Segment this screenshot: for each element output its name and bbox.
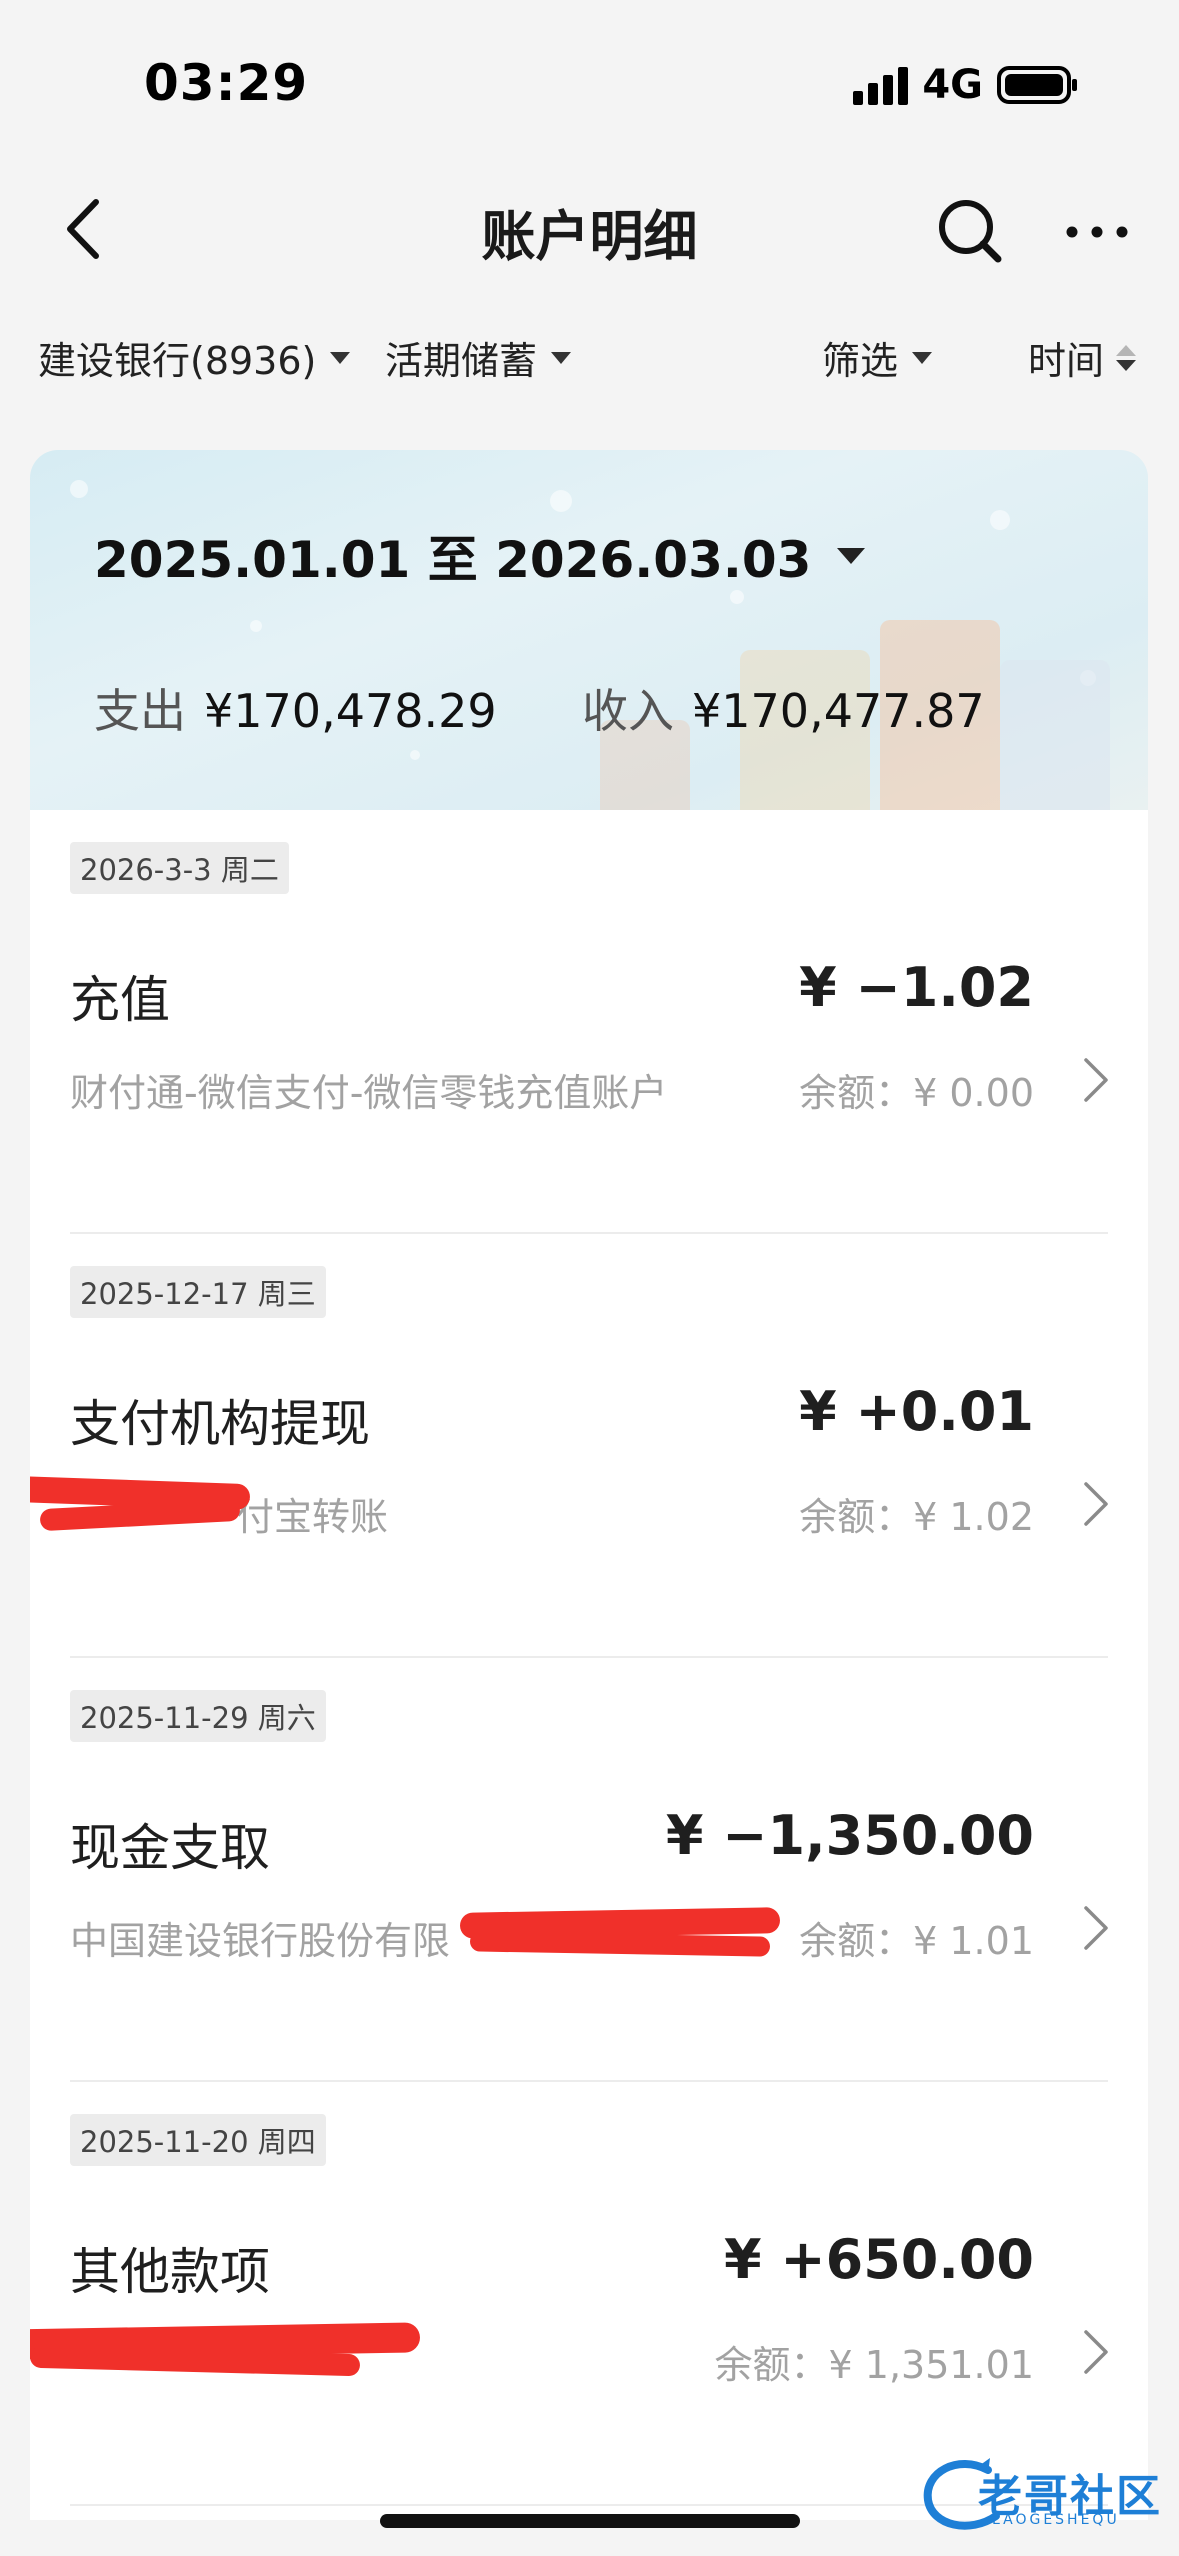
battery-icon: [997, 66, 1077, 104]
account-type-label: 活期储蓄: [385, 339, 538, 383]
transaction-description: 付宝转账: [236, 1495, 389, 1539]
income-label: 收入: [582, 684, 674, 738]
filter-row: 建设银行(8936) 活期储蓄 筛选 时间: [0, 320, 1179, 390]
chevron-down-icon: [912, 351, 933, 364]
filter-label: 筛选: [822, 339, 899, 383]
date-chip: 2025-12-17 周三: [70, 1266, 326, 1318]
income-value: ¥170,477.87: [692, 684, 985, 738]
chevron-right-icon: [1084, 1906, 1108, 1950]
transaction-description: 财付通-微信支付-微信零钱充值账户: [70, 1071, 668, 1115]
transaction-item[interactable]: 2026-3-3 周二 充值 ¥ −1.02 财付通-微信支付-微信零钱充值账户…: [30, 810, 1148, 1234]
sort-label: 时间: [1028, 339, 1105, 383]
status-bar: 03:29 4G: [0, 0, 1179, 170]
chevron-down-icon: [551, 351, 572, 364]
redaction-mark: [469, 1931, 771, 1957]
more-icon[interactable]: [1062, 196, 1132, 266]
transaction-amount: ¥ +650.00: [724, 2228, 1034, 2291]
transaction-balance: 余额：¥ 1.02: [799, 1495, 1034, 1539]
transaction-title: 充值: [70, 971, 170, 1029]
signal-icon: [853, 65, 909, 105]
transaction-item[interactable]: 2025-12-17 周三 支付机构提现 ¥ +0.01 付宝转账 余额：¥ 1…: [30, 1234, 1148, 1658]
status-indicators: 4G: [853, 62, 1079, 108]
sort-time-button[interactable]: 时间: [1028, 330, 1137, 385]
watermark-logo: 老哥社区 LAOGESHEQU: [918, 2450, 1168, 2536]
transaction-amount: ¥ −1,350.00: [665, 1804, 1034, 1867]
transaction-balance: 余额：¥ 1.01: [799, 1919, 1034, 1963]
date-range-text: 2025.01.01 至 2026.03.03: [94, 531, 812, 589]
chevron-right-icon: [1084, 2330, 1108, 2374]
chevron-right-icon: [1084, 1058, 1108, 1102]
status-time: 03:29: [144, 54, 309, 112]
transaction-title: 现金支取: [70, 1819, 270, 1877]
nav-bar: 账户明细: [0, 170, 1179, 290]
transaction-item[interactable]: 2025-11-20 周四 其他款项 ¥ +650.00 余额：¥ 1,351.…: [30, 2082, 1148, 2506]
sort-icon: [1116, 344, 1137, 371]
network-type: 4G: [922, 62, 983, 108]
account-selector[interactable]: 建设银行(8936): [38, 330, 351, 385]
transaction-amount: ¥ −1.02: [799, 956, 1034, 1019]
chevron-right-icon: [1084, 1482, 1108, 1526]
chevron-down-icon: [330, 351, 351, 364]
date-range-selector[interactable]: 2025.01.01 至 2026.03.03: [94, 520, 866, 592]
filter-button[interactable]: 筛选: [822, 330, 933, 385]
search-icon[interactable]: [935, 196, 1005, 266]
date-chip: 2026-3-3 周二: [70, 842, 289, 894]
transaction-balance: 余额：¥ 0.00: [799, 1071, 1034, 1115]
home-indicator[interactable]: [380, 2514, 800, 2528]
transaction-list: 2026-3-3 周二 充值 ¥ −1.02 财付通-微信支付-微信零钱充值账户…: [30, 810, 1148, 2520]
transaction-balance: 余额：¥ 1,351.01: [714, 2343, 1034, 2387]
chevron-down-icon: [837, 548, 866, 564]
transaction-item[interactable]: 2025-11-29 周六 现金支取 ¥ −1,350.00 中国建设银行股份有…: [30, 1658, 1148, 2082]
transaction-description: 中国建设银行股份有限: [70, 1919, 451, 1963]
account-label: 建设银行(8936): [38, 339, 317, 383]
income-summary: 收入 ¥170,477.87: [582, 675, 985, 741]
summary-card: 2025.01.01 至 2026.03.03 支出 ¥170,478.29 收入…: [30, 450, 1148, 810]
account-type-selector[interactable]: 活期储蓄: [385, 330, 572, 385]
date-chip: 2025-11-29 周六: [70, 1690, 326, 1742]
expense-summary: 支出 ¥170,478.29: [94, 675, 497, 741]
watermark-subtext: LAOGESHEQU: [992, 2512, 1120, 2528]
transaction-title: 其他款项: [70, 2243, 270, 2301]
transaction-title: 支付机构提现: [70, 1395, 370, 1453]
transaction-amount: ¥ +0.01: [799, 1380, 1034, 1443]
expense-label: 支出: [94, 684, 186, 738]
expense-value: ¥170,478.29: [204, 684, 497, 738]
date-chip: 2025-11-20 周四: [70, 2114, 326, 2166]
